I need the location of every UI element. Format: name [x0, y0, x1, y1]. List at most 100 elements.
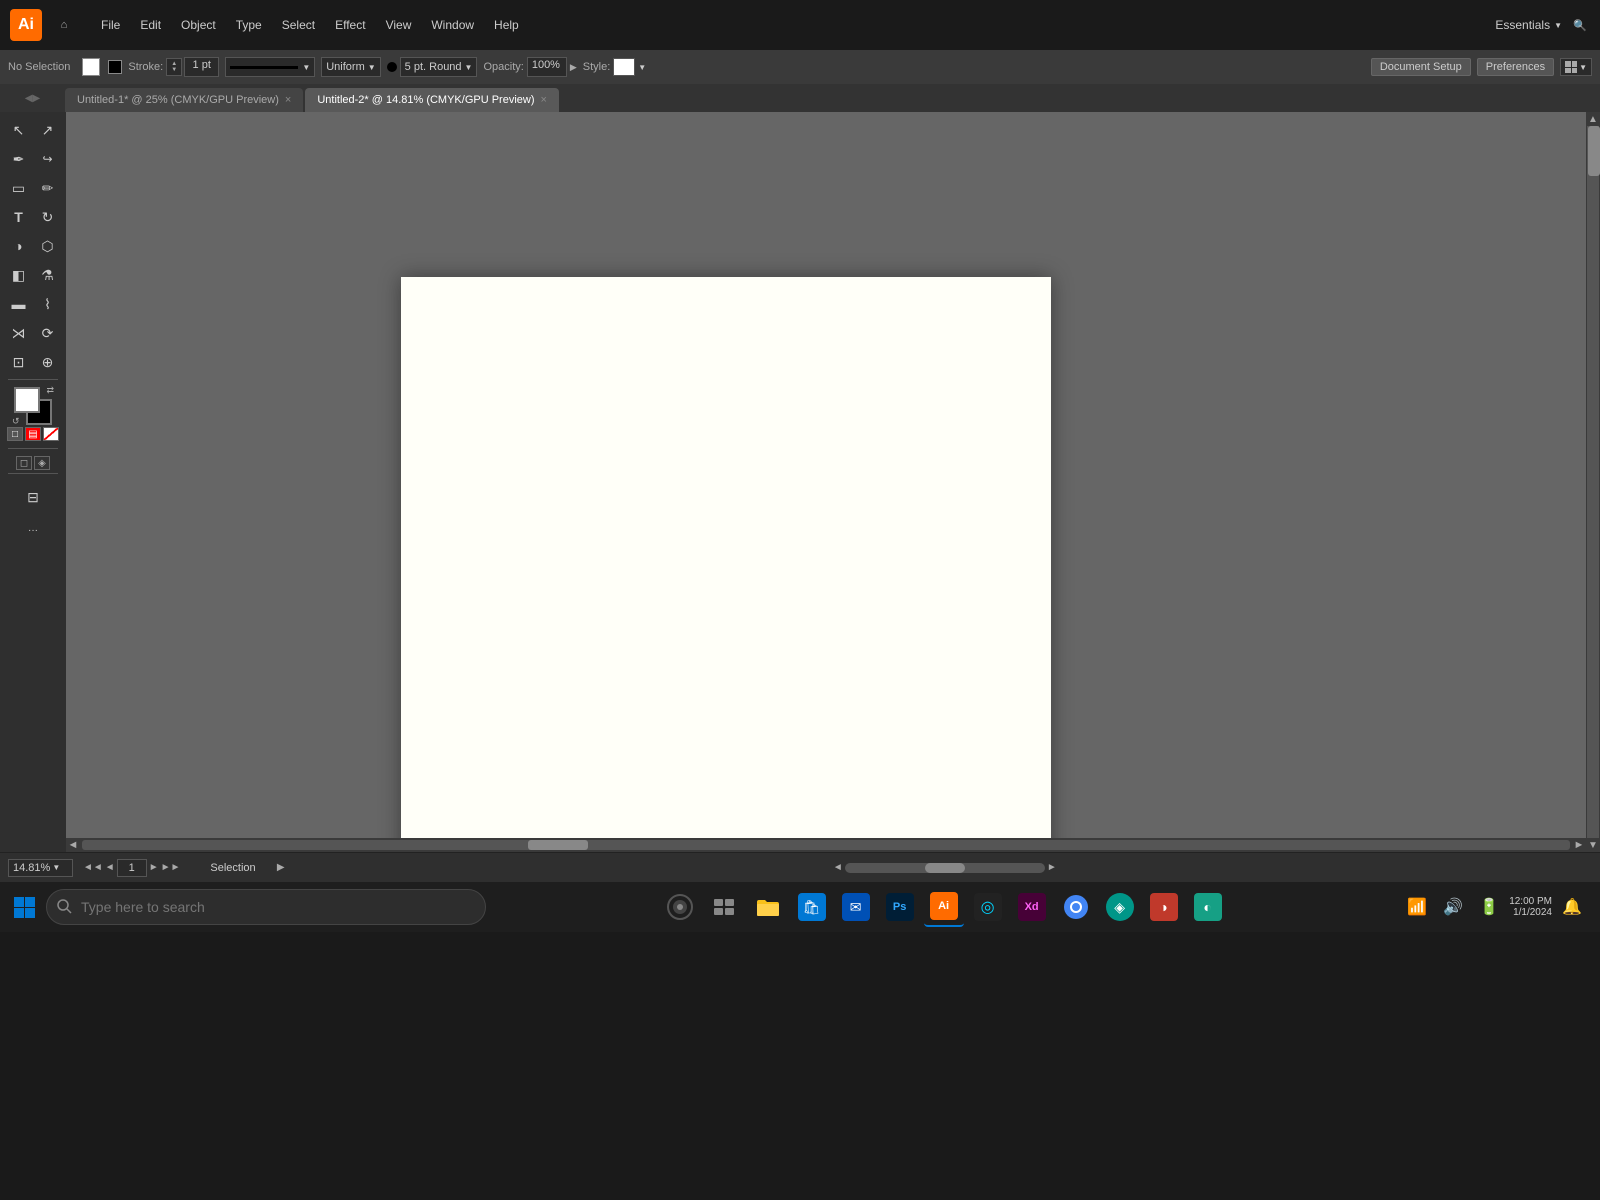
preferences-button[interactable]: Preferences: [1477, 58, 1554, 76]
apply-face-btn[interactable]: ◻: [16, 456, 32, 470]
chrome-icon[interactable]: [1056, 887, 1096, 927]
search-bar[interactable]: [46, 889, 486, 925]
scroll-up-button[interactable]: ▲: [1586, 112, 1600, 126]
scroll-left-button[interactable]: ◄: [66, 838, 80, 852]
live-paint-tool[interactable]: ⬡: [34, 232, 62, 260]
menu-effect[interactable]: Effect: [327, 15, 373, 35]
scroll-track[interactable]: [1587, 126, 1599, 838]
notification-icon[interactable]: 🔔: [1556, 891, 1588, 923]
stroke-swatch-small[interactable]: [108, 60, 122, 74]
volume-icon[interactable]: 🔊: [1437, 891, 1469, 923]
scroll-down-button[interactable]: ▼: [1586, 838, 1600, 852]
mail-icon[interactable]: ✉: [836, 887, 876, 927]
eyedropper-tool[interactable]: ⚗: [34, 261, 62, 289]
foreground-swatch[interactable]: [14, 387, 40, 413]
browser2-icon[interactable]: ◈: [1100, 887, 1140, 927]
h-scroll-thumb[interactable]: [528, 840, 588, 850]
style-swatch[interactable]: [613, 58, 635, 76]
zoom-dropdown[interactable]: 14.81% ▼: [8, 859, 73, 877]
search-input[interactable]: [81, 899, 475, 915]
first-page-button[interactable]: ◄◄: [83, 862, 103, 873]
last-page-button[interactable]: ►►: [161, 862, 181, 873]
center-scroll-track[interactable]: [845, 863, 1045, 873]
menu-edit[interactable]: Edit: [132, 15, 169, 35]
rotate-tool[interactable]: ↻: [34, 203, 62, 231]
artboard-button[interactable]: ⊟: [8, 483, 58, 511]
app14-icon[interactable]: ◐: [1188, 887, 1228, 927]
scroll-area-right[interactable]: ►: [1045, 861, 1059, 875]
menu-window[interactable]: Window: [423, 15, 482, 35]
menu-select[interactable]: Select: [274, 15, 323, 35]
battery-icon[interactable]: 🔋: [1473, 891, 1505, 923]
stroke-weight-input[interactable]: 1 pt: [184, 57, 219, 77]
gradient-tool[interactable]: ◧: [5, 261, 33, 289]
center-scroll-thumb[interactable]: [925, 863, 965, 873]
task-view-icon[interactable]: [704, 887, 744, 927]
free-transform[interactable]: ⟳: [34, 319, 62, 347]
tab-2-close[interactable]: ×: [541, 94, 547, 106]
opacity-input[interactable]: 100%: [527, 57, 567, 77]
menu-type[interactable]: Type: [228, 15, 270, 35]
direct-selection-tool[interactable]: ↗: [34, 116, 62, 144]
pencil-tool[interactable]: ✏: [34, 174, 62, 202]
clock[interactable]: 12:00 PM 1/1/2024: [1509, 896, 1552, 918]
shape-builder-tool[interactable]: ◑: [5, 232, 33, 260]
menu-help[interactable]: Help: [486, 15, 527, 35]
artboard-tool[interactable]: ⊡: [5, 348, 33, 376]
arrange-icons[interactable]: ▼: [1560, 58, 1592, 76]
document-setup-button[interactable]: Document Setup: [1371, 58, 1471, 76]
none-color-btn[interactable]: [43, 427, 59, 441]
network-icon[interactable]: 📶: [1401, 891, 1433, 923]
prev-page-button[interactable]: ◄: [105, 862, 115, 873]
solid-color-btn[interactable]: □: [7, 427, 23, 441]
app13-icon[interactable]: ◑: [1144, 887, 1184, 927]
paintbrush-tool[interactable]: ⌇: [34, 290, 62, 318]
more-tools-button[interactable]: ···: [8, 516, 58, 544]
selection-tool[interactable]: ↖: [5, 116, 33, 144]
pen-tool[interactable]: ✒: [5, 145, 33, 173]
swap-fill-stroke-icon[interactable]: ⇄: [46, 385, 54, 396]
warp-tool[interactable]: ⋊: [5, 319, 33, 347]
play-button[interactable]: ▶: [274, 861, 288, 875]
menu-object[interactable]: Object: [173, 15, 224, 35]
type-tool[interactable]: T: [5, 203, 33, 231]
blend-tool[interactable]: ▬: [5, 290, 33, 318]
gradient-color-btn[interactable]: ▤: [25, 427, 41, 441]
store-icon[interactable]: 🛍: [792, 887, 832, 927]
vertical-scrollbar[interactable]: ▲ ▼: [1586, 112, 1600, 852]
page-input[interactable]: 1: [117, 859, 147, 877]
h-scroll-track[interactable]: [82, 840, 1570, 850]
horizontal-scrollbar[interactable]: ◄ ►: [66, 838, 1586, 852]
stroke-spinup[interactable]: ▲ ▼: [166, 58, 182, 76]
next-page-button[interactable]: ►: [149, 862, 159, 873]
tab-untitled-1[interactable]: Untitled-1* @ 25% (CMYK/GPU Preview) ×: [65, 88, 303, 112]
menu-view[interactable]: View: [378, 15, 420, 35]
curvature-tool[interactable]: ↪: [34, 145, 62, 173]
opacity-expand[interactable]: ▶: [570, 62, 577, 73]
zoom-tool[interactable]: ⊕: [34, 348, 62, 376]
essentials-button[interactable]: Essentials ▼: [1495, 18, 1562, 32]
cortana-icon[interactable]: [660, 887, 700, 927]
chevron-down-icon[interactable]: ▼: [638, 63, 646, 72]
reset-colors-icon[interactable]: ↺: [12, 416, 20, 427]
menu-file[interactable]: File: [93, 15, 128, 35]
start-button[interactable]: [4, 887, 44, 927]
stroke-style-dropdown[interactable]: ▼: [225, 57, 315, 77]
brush-size-dropdown[interactable]: 5 pt. Round ▼: [400, 57, 478, 77]
illustrator-icon[interactable]: Ai: [924, 887, 964, 927]
rectangle-tool[interactable]: ▭: [5, 174, 33, 202]
photoshop-icon[interactable]: Ps: [880, 887, 920, 927]
fill-swatch[interactable]: [82, 58, 100, 76]
stroke-type-dropdown[interactable]: Uniform ▼: [321, 57, 380, 77]
xd-icon[interactable]: Xd: [1012, 887, 1052, 927]
tab-1-close[interactable]: ×: [285, 94, 291, 106]
tab-untitled-2[interactable]: Untitled-2* @ 14.81% (CMYK/GPU Preview) …: [305, 88, 559, 112]
home-button[interactable]: ⌂: [50, 11, 78, 39]
app9-icon[interactable]: ◎: [968, 887, 1008, 927]
scroll-thumb[interactable]: [1588, 126, 1600, 176]
scroll-right-button[interactable]: ►: [1572, 838, 1586, 852]
search-icon[interactable]: 🔍: [1570, 15, 1590, 35]
scroll-area-left[interactable]: ◄: [831, 861, 845, 875]
file-explorer-icon[interactable]: [748, 887, 788, 927]
apply-edge-btn[interactable]: ◈: [34, 456, 50, 470]
